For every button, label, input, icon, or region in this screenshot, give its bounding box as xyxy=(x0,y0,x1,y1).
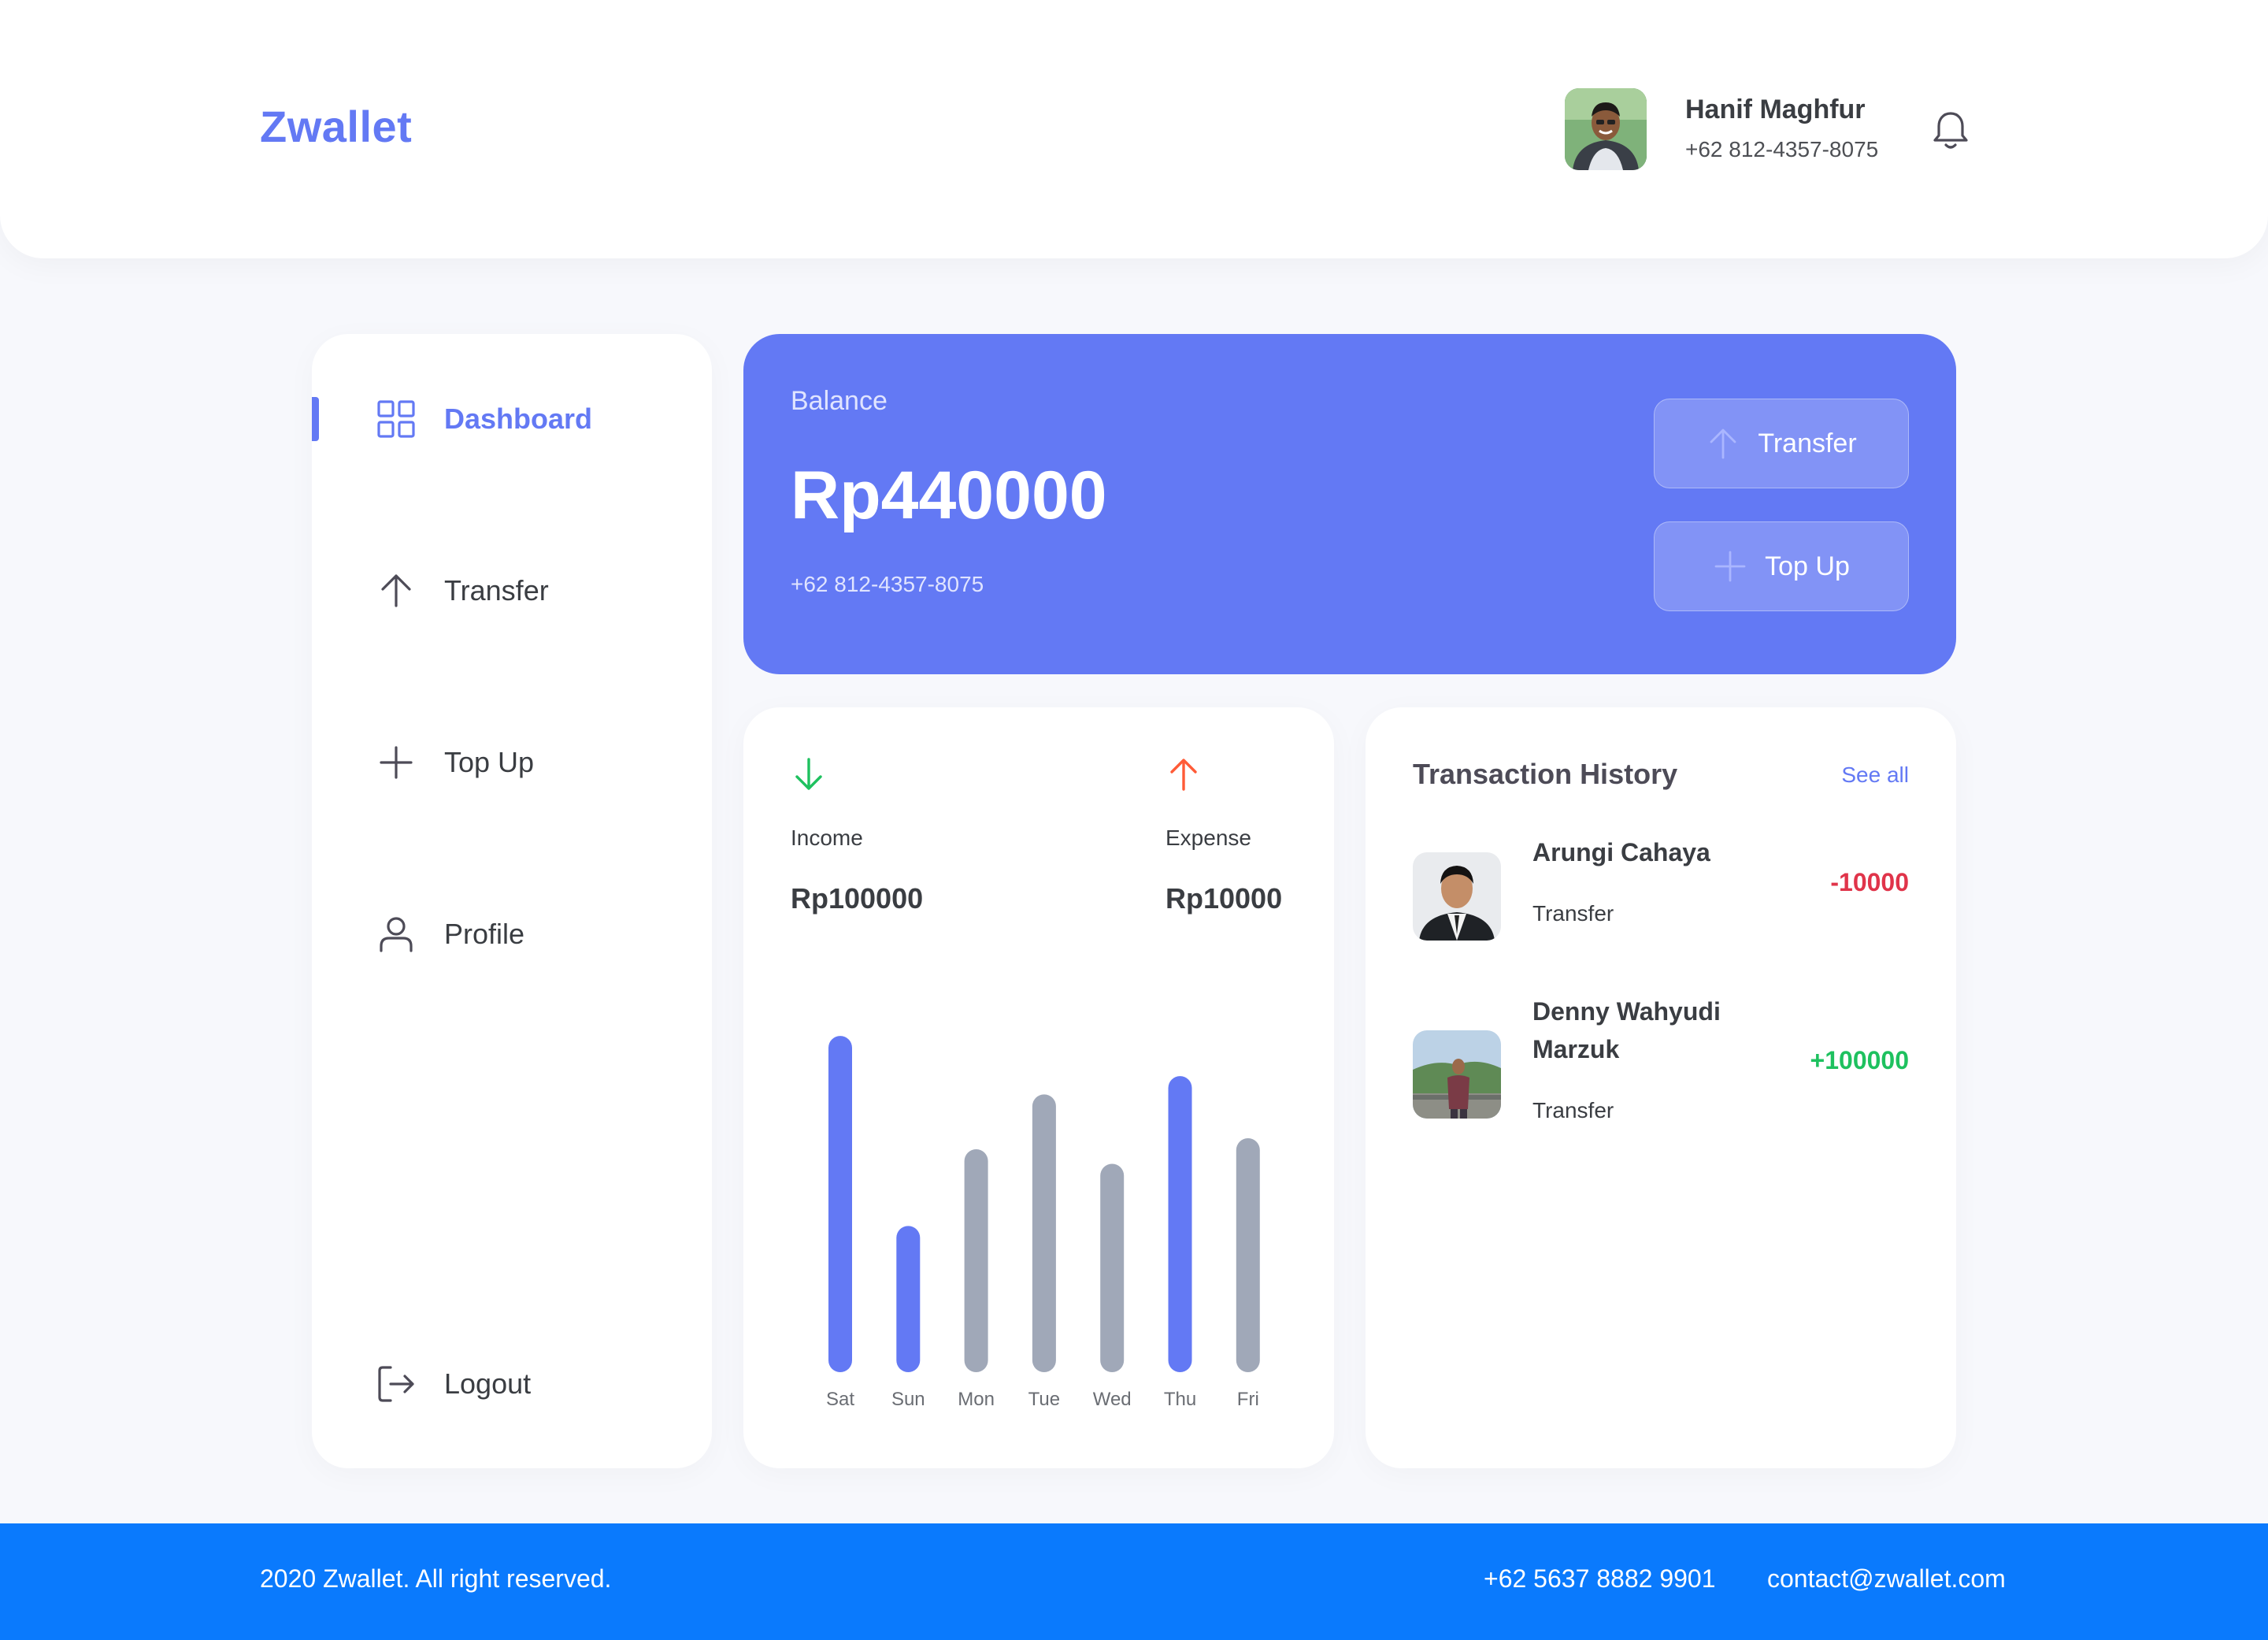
transaction-amount: -10000 xyxy=(1830,868,1909,896)
active-indicator xyxy=(312,397,319,441)
footer-phone[interactable]: +62 5637 8882 9901 xyxy=(1484,1564,1716,1594)
sidebar: Dashboard Transfer Top Up Profile Logout xyxy=(312,334,712,1468)
user-name: Hanif Maghfur xyxy=(1685,95,1866,124)
chart-bar-wed xyxy=(1100,1163,1125,1372)
arrow-up-icon xyxy=(1710,429,1736,459)
balance-card: Balance Rp440000 +62 812-4357-8075 Trans… xyxy=(743,334,1956,674)
top-header: Zwallet Hanif Maghfur +62 812-4357-8075 xyxy=(0,0,2268,258)
balance-label: Balance xyxy=(791,386,888,416)
sidebar-item-topup[interactable]: Top Up xyxy=(312,727,712,798)
user-icon xyxy=(380,917,413,952)
user-avatar[interactable] xyxy=(1565,88,1647,170)
plus-icon xyxy=(1714,551,1746,582)
chart-bar-sat xyxy=(828,1036,852,1372)
chart-tick-label: Sun xyxy=(891,1389,925,1410)
logout-button[interactable]: Logout xyxy=(312,1349,712,1419)
chart-bar-fri xyxy=(1236,1138,1260,1372)
bell-icon[interactable] xyxy=(1931,109,1970,151)
footer-email[interactable]: contact@zwallet.com xyxy=(1767,1564,2006,1594)
chart-bar-tue xyxy=(1032,1094,1056,1372)
stats-card: Income Rp100000 Expense Rp10000 Sat Sun Mo… xyxy=(743,707,1334,1468)
transaction-amount: +100000 xyxy=(1810,1046,1909,1074)
chart-bar-mon xyxy=(964,1148,988,1372)
chart-bar-sun xyxy=(896,1226,921,1372)
chart-tick-label: Mon xyxy=(958,1389,995,1410)
transaction-type: Transfer xyxy=(1532,1098,1614,1122)
sidebar-item-transfer[interactable]: Transfer xyxy=(312,555,712,626)
sidebar-item-label: Top Up xyxy=(444,746,535,778)
logout-label: Logout xyxy=(444,1367,532,1400)
chart-tick-label: Wed xyxy=(1093,1389,1132,1410)
sidebar-item-label: Transfer xyxy=(444,574,549,607)
see-all-link[interactable]: See all xyxy=(1841,762,1909,788)
transaction-avatar xyxy=(1413,852,1501,941)
transaction-name: Denny Wahyudi Marzuk xyxy=(1532,997,1721,1063)
chart-tick-label: Fri xyxy=(1237,1389,1259,1410)
sidebar-item-profile[interactable]: Profile xyxy=(312,899,712,970)
transfer-button[interactable]: Transfer xyxy=(1654,399,1909,488)
transfer-button-label: Transfer xyxy=(1758,428,1857,458)
weekly-bar-chart: Sat Sun Mon Tue Wed Thu Fri xyxy=(826,1036,1260,1410)
avatar-photo xyxy=(1413,852,1501,941)
footer-copyright: 2020 Zwallet. All right reserved. xyxy=(260,1564,612,1593)
footer: 2020 Zwallet. All right reserved. +62 56… xyxy=(0,1523,2268,1640)
transaction-avatar xyxy=(1413,1030,1501,1119)
grid-icon xyxy=(377,400,415,438)
brand-logo[interactable]: Zwallet xyxy=(260,101,412,152)
arrow-up-icon xyxy=(381,574,411,607)
logout-icon xyxy=(378,1366,414,1402)
chart-tick-label: Thu xyxy=(1164,1389,1196,1410)
chart-tick-label: Tue xyxy=(1028,1389,1060,1410)
topup-button[interactable]: Top Up xyxy=(1654,521,1909,611)
chart-tick-label: Sat xyxy=(826,1389,854,1410)
history-title: Transaction History xyxy=(1413,758,1678,790)
sidebar-item-label: Profile xyxy=(444,918,525,950)
sidebar-item-label: Dashboard xyxy=(444,403,593,435)
sidebar-item-dashboard[interactable]: Dashboard xyxy=(312,384,712,455)
transaction-history-card: Transaction History See all Arungi Cahay… xyxy=(1366,707,1956,1468)
avatar-photo xyxy=(1413,1030,1501,1119)
chart-bar-thu xyxy=(1168,1076,1192,1372)
transaction-name: Arungi Cahaya xyxy=(1532,838,1710,866)
plus-icon xyxy=(380,746,413,779)
balance-phone: +62 812-4357-8075 xyxy=(791,572,984,596)
user-phone: +62 812-4357-8075 xyxy=(1685,137,1879,161)
balance-amount: Rp440000 xyxy=(791,458,1107,533)
transaction-type: Transfer xyxy=(1532,901,1614,926)
topup-button-label: Top Up xyxy=(1765,551,1850,581)
avatar-photo xyxy=(1565,88,1647,170)
